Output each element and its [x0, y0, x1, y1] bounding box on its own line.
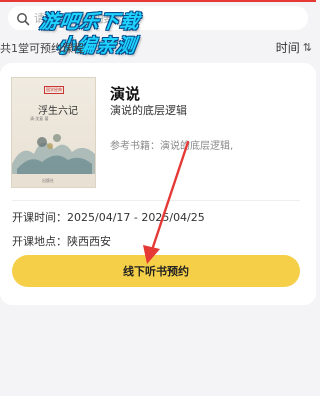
course-time-value: 2025/04/17 - 2025/04/25 [67, 211, 205, 224]
sort-arrows-icon: ⇅ [302, 41, 312, 54]
cover-illustration [12, 134, 95, 174]
course-time-row: 开课时间：2025/04/17 - 2025/04/25 [12, 209, 205, 225]
sort-by-time-button[interactable]: 时间 ⇅ [276, 39, 312, 56]
cover-title: 浮生六记 [38, 106, 78, 117]
offline-booking-button[interactable]: 线下听书预约 [12, 255, 300, 287]
course-location-row: 开课地点：陕西西安 [12, 233, 111, 249]
cover-tag: 国学经典 [44, 86, 64, 94]
course-count-text: 共1堂可预约课程 [0, 42, 84, 55]
top-red-strip [0, 0, 316, 2]
course-location-label: 开课地点： [12, 235, 67, 248]
card-divider [12, 200, 300, 201]
reference-books-text: 参考书籍：演说的底层逻辑, [110, 141, 234, 152]
book-cover-image: 国学经典 浮生六记 清·沈复 著 出版社 [11, 77, 96, 188]
course-card[interactable]: 国学经典 浮生六记 清·沈复 著 出版社 演说 演说的底层逻辑 参考书籍：演说的… [0, 63, 316, 305]
course-subtitle: 演说的底层逻辑 [110, 104, 187, 117]
sort-label: 时间 [275, 41, 300, 55]
cover-publisher: 出版社 [42, 178, 54, 183]
cover-subtitle: 清·沈复 著 [30, 116, 49, 121]
course-time-label: 开课时间： [12, 211, 67, 224]
course-location-value: 陕西西安 [67, 235, 111, 248]
watermark-line1: 游吧乐下载 [38, 11, 142, 33]
course-title: 演说 [110, 85, 141, 103]
